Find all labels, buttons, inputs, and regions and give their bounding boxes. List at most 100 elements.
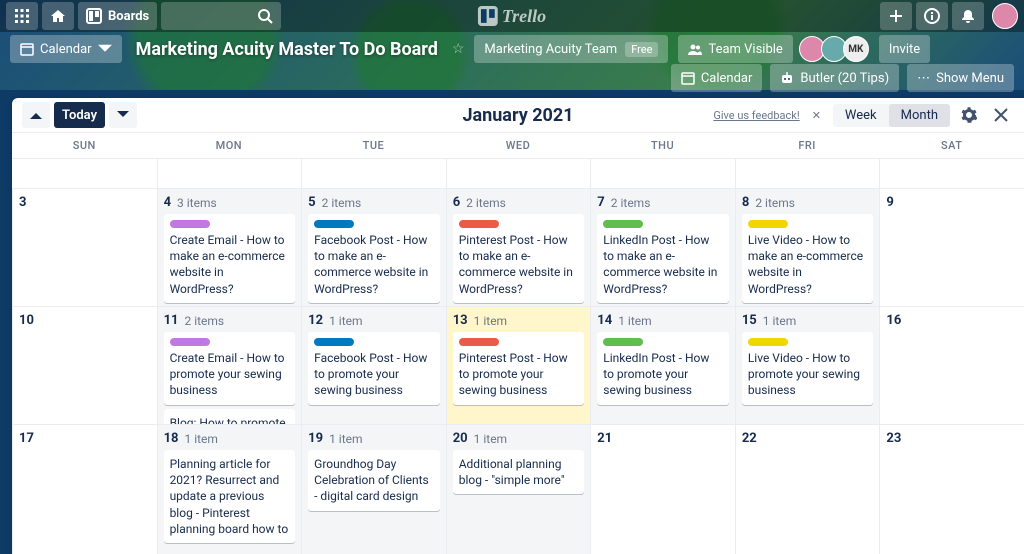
calendar-card[interactable]: Facebook Post - How to promote your sewi…	[308, 332, 440, 405]
home-button[interactable]	[42, 2, 74, 30]
items-count: 2 items	[466, 196, 506, 210]
calendar-card[interactable]: Create Email - How to promote your sewin…	[164, 332, 296, 405]
calendar-cell[interactable]: 201 itemAdditional planning blog - "simp…	[446, 424, 591, 554]
today-button[interactable]: Today	[54, 102, 105, 128]
calendar-cell[interactable]: 10	[12, 306, 157, 424]
member-avatars: MK	[803, 36, 869, 62]
search-box[interactable]	[161, 2, 281, 30]
day-number: 62 items	[453, 195, 585, 210]
calendar-cell[interactable]: 151 itemLive Video - How to promote your…	[735, 306, 880, 424]
powerup-dropdown[interactable]: Calendar	[10, 35, 122, 63]
card-label-chip	[459, 338, 499, 346]
calendar-toolbar: Today January 2021 Give us feedback! ✕ W…	[12, 98, 1024, 132]
calendar-cell[interactable]	[735, 158, 880, 188]
card-text: Pinterest Post - How to make an e-commer…	[459, 232, 579, 297]
star-button[interactable]: ☆	[452, 41, 465, 57]
feedback-dismiss[interactable]: ✕	[812, 109, 821, 122]
calendar-cell[interactable]: 72 itemsLinkedIn Post - How to make an e…	[590, 188, 735, 306]
calendar-cell[interactable]	[157, 158, 302, 188]
add-button[interactable]	[880, 2, 912, 30]
calendar-card[interactable]: Pinterest Post - How to make an e-commer…	[453, 214, 585, 303]
calendar-icon	[681, 71, 695, 85]
invite-button[interactable]: Invite	[879, 35, 930, 63]
close-button[interactable]	[988, 102, 1014, 128]
month-button[interactable]: Month	[889, 104, 950, 127]
calendar-card[interactable]: Groundhog Day Celebration of Clients - d…	[308, 450, 440, 511]
card-text: Blog: How to promote	[170, 415, 290, 424]
calendar-card[interactable]: Create Email - How to make an e-commerce…	[164, 214, 296, 303]
calendar-cell[interactable]: 191 itemGroundhog Day Celebration of Cli…	[301, 424, 446, 554]
show-menu-button[interactable]: ⋯ Show Menu	[907, 64, 1014, 92]
calendar-card[interactable]: Blog: How to promote	[164, 409, 296, 424]
prev-button[interactable]	[22, 102, 50, 128]
team-button[interactable]: Marketing Acuity Team Free	[474, 35, 668, 63]
bell-icon	[960, 8, 976, 24]
view-segment: Week Month	[833, 104, 950, 127]
app-header: Boards Trello	[0, 0, 1024, 32]
user-avatar[interactable]	[992, 3, 1018, 29]
member-avatar[interactable]: MK	[843, 36, 869, 62]
calendar-card[interactable]: Additional planning blog - "simple more"	[453, 450, 585, 494]
calendar-card[interactable]: Facebook Post - How to make an e-commerc…	[308, 214, 440, 303]
calendar-cell[interactable]: 23	[879, 424, 1024, 554]
calendar-cell[interactable]	[590, 158, 735, 188]
next-button[interactable]	[109, 102, 137, 128]
calendar-cell[interactable]: 181 itemPlanning article for 2021? Resur…	[157, 424, 302, 554]
calendar-card[interactable]: Live Video - How to promote your sewing …	[742, 332, 874, 405]
calendar-cell[interactable]: 22	[735, 424, 880, 554]
calendar-cell[interactable]: 21	[590, 424, 735, 554]
chevron-up-icon	[30, 109, 42, 121]
card-label-chip	[748, 220, 788, 228]
calendar-card[interactable]: LinkedIn Post - How to promote your sewi…	[597, 332, 729, 405]
boards-button[interactable]: Boards	[78, 2, 157, 30]
notifications-button[interactable]	[952, 2, 984, 30]
calendar-cell[interactable]: 9	[879, 188, 1024, 306]
settings-button[interactable]	[956, 102, 982, 128]
calendar-cell[interactable]: 52 itemsFacebook Post - How to make an e…	[301, 188, 446, 306]
calendar-cell[interactable]: 16	[879, 306, 1024, 424]
card-label-chip	[170, 220, 210, 228]
calendar-cell[interactable]	[446, 158, 591, 188]
card-label-chip	[170, 338, 210, 346]
calendar-cell[interactable]: 3	[12, 188, 157, 306]
day-number: 112 items	[164, 313, 296, 328]
calendar-cell[interactable]: 131 itemPinterest Post - How to promote …	[446, 306, 591, 424]
search-icon	[257, 8, 273, 24]
items-count: 1 item	[618, 314, 651, 328]
app-logo[interactable]: Trello	[478, 6, 546, 27]
calendar-cell[interactable]	[879, 158, 1024, 188]
calendar-card[interactable]: Pinterest Post - How to promote your sew…	[453, 332, 585, 405]
chevron-down-icon	[117, 109, 129, 121]
feedback-link[interactable]: Give us feedback!	[713, 109, 799, 122]
info-icon	[924, 8, 940, 24]
calendar-card[interactable]: Live Video - How to make an e-commerce w…	[742, 214, 874, 303]
calendar-cell[interactable]	[301, 158, 446, 188]
visibility-button[interactable]: Team Visible	[678, 35, 792, 63]
items-count: 1 item	[474, 432, 507, 446]
card-text: Create Email - How to promote your sewin…	[170, 350, 290, 399]
day-number: 23	[886, 431, 1018, 446]
calendar-cell[interactable]: 17	[12, 424, 157, 554]
team-icon	[688, 42, 702, 56]
calendar-card[interactable]: Planning article for 2021? Resurrect and…	[164, 450, 296, 543]
items-count: 1 item	[763, 314, 796, 328]
board-title[interactable]: Marketing Acuity Master To Do Board	[132, 39, 442, 60]
weekday-label: SUN	[12, 133, 157, 158]
calendar-cell[interactable]: 43 itemsCreate Email - How to make an e-…	[157, 188, 302, 306]
apps-button[interactable]	[6, 2, 38, 30]
calendar-card[interactable]: LinkedIn Post - How to make an e-commerc…	[597, 214, 729, 303]
card-text: Facebook Post - How to promote your sewi…	[314, 350, 434, 399]
calendar-cell[interactable]: 82 itemsLive Video - How to make an e-co…	[735, 188, 880, 306]
day-number: 17	[19, 431, 151, 446]
calendar-cell[interactable]: 112 items Create Email - How to promote y…	[157, 306, 302, 424]
calendar-cell[interactable]: 121 itemFacebook Post - How to promote y…	[301, 306, 446, 424]
calendar-cell[interactable]	[12, 158, 157, 188]
calendar-cell[interactable]: 62 items Pinterest Post - How to make an …	[446, 188, 591, 306]
info-button[interactable]	[916, 2, 948, 30]
butler-button[interactable]: Butler (20 Tips)	[770, 64, 899, 92]
items-count: 2 items	[611, 196, 651, 210]
gear-icon	[961, 107, 977, 123]
calendar-cell[interactable]: 141 itemLinkedIn Post - How to promote y…	[590, 306, 735, 424]
week-button[interactable]: Week	[833, 104, 889, 127]
calendar-view-button[interactable]: Calendar	[671, 64, 763, 92]
